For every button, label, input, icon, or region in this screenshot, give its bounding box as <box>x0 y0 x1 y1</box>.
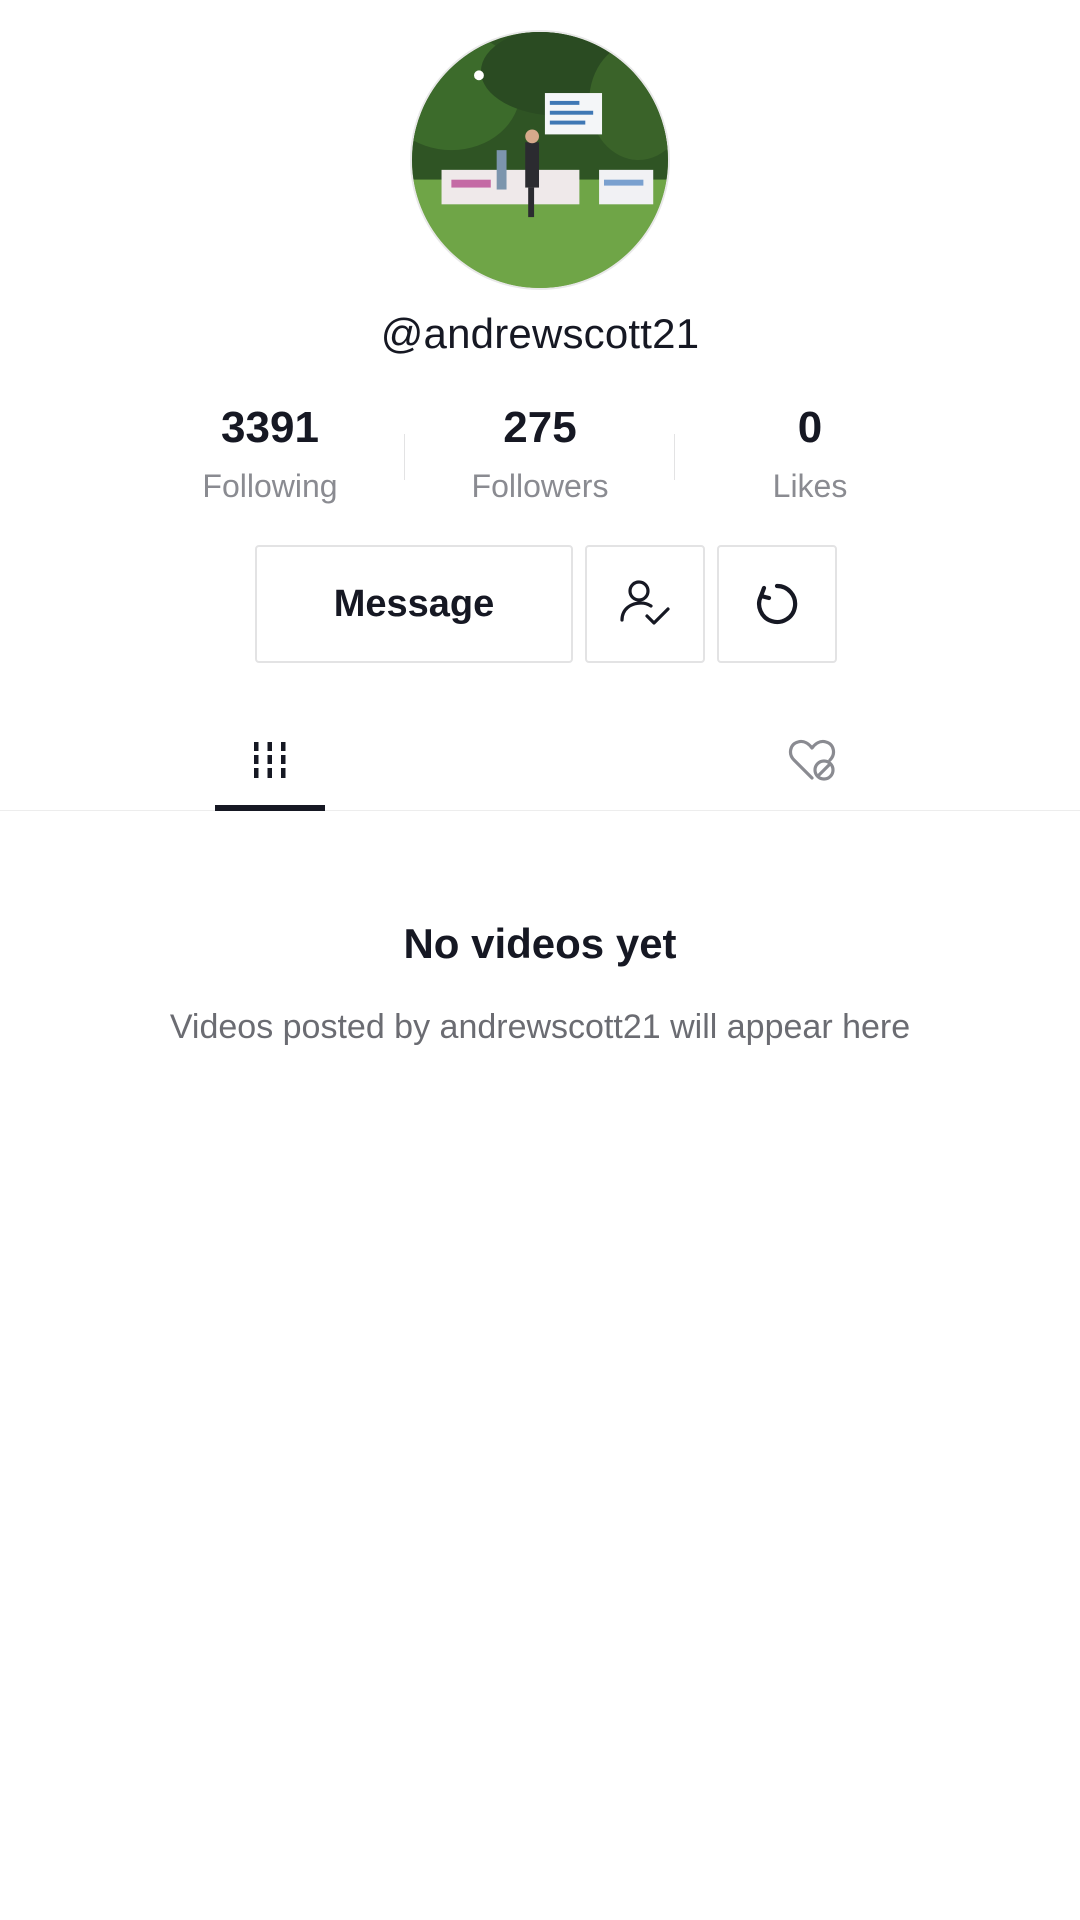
following-count: 3391 <box>221 403 319 452</box>
message-button[interactable]: Message <box>255 545 573 663</box>
profile-avatar[interactable] <box>410 30 670 290</box>
profile-tabs <box>0 710 1080 811</box>
active-tab-indicator <box>215 805 325 811</box>
refresh-button[interactable] <box>717 545 837 663</box>
stat-followers[interactable]: 275 Followers <box>420 400 660 508</box>
avatar-photo <box>412 32 668 288</box>
heart-hidden-icon <box>788 739 836 781</box>
empty-state-subtitle: Videos posted by andrewscott21 will appe… <box>169 1008 911 1046</box>
followers-count: 275 <box>503 403 577 452</box>
likes-label: Likes <box>772 468 848 504</box>
profile-stats: 3391 Following 275 Followers 0 Likes <box>0 400 1080 510</box>
empty-state-title: No videos yet <box>403 920 677 967</box>
following-status-button[interactable] <box>585 545 705 663</box>
likes-count: 0 <box>797 403 823 452</box>
stat-divider <box>404 434 405 480</box>
followers-label: Followers <box>471 468 609 504</box>
tab-videos[interactable] <box>170 720 370 800</box>
profile-username: @andrewscott21 <box>380 310 700 357</box>
tab-liked[interactable] <box>712 720 912 800</box>
grid-lines-icon <box>254 742 286 778</box>
user-check-icon <box>620 580 670 625</box>
refresh-icon <box>757 583 798 625</box>
following-label: Following <box>202 468 338 504</box>
stat-likes[interactable]: 0 Likes <box>690 400 930 508</box>
stat-divider <box>674 434 675 480</box>
stat-following[interactable]: 3391 Following <box>150 400 390 508</box>
